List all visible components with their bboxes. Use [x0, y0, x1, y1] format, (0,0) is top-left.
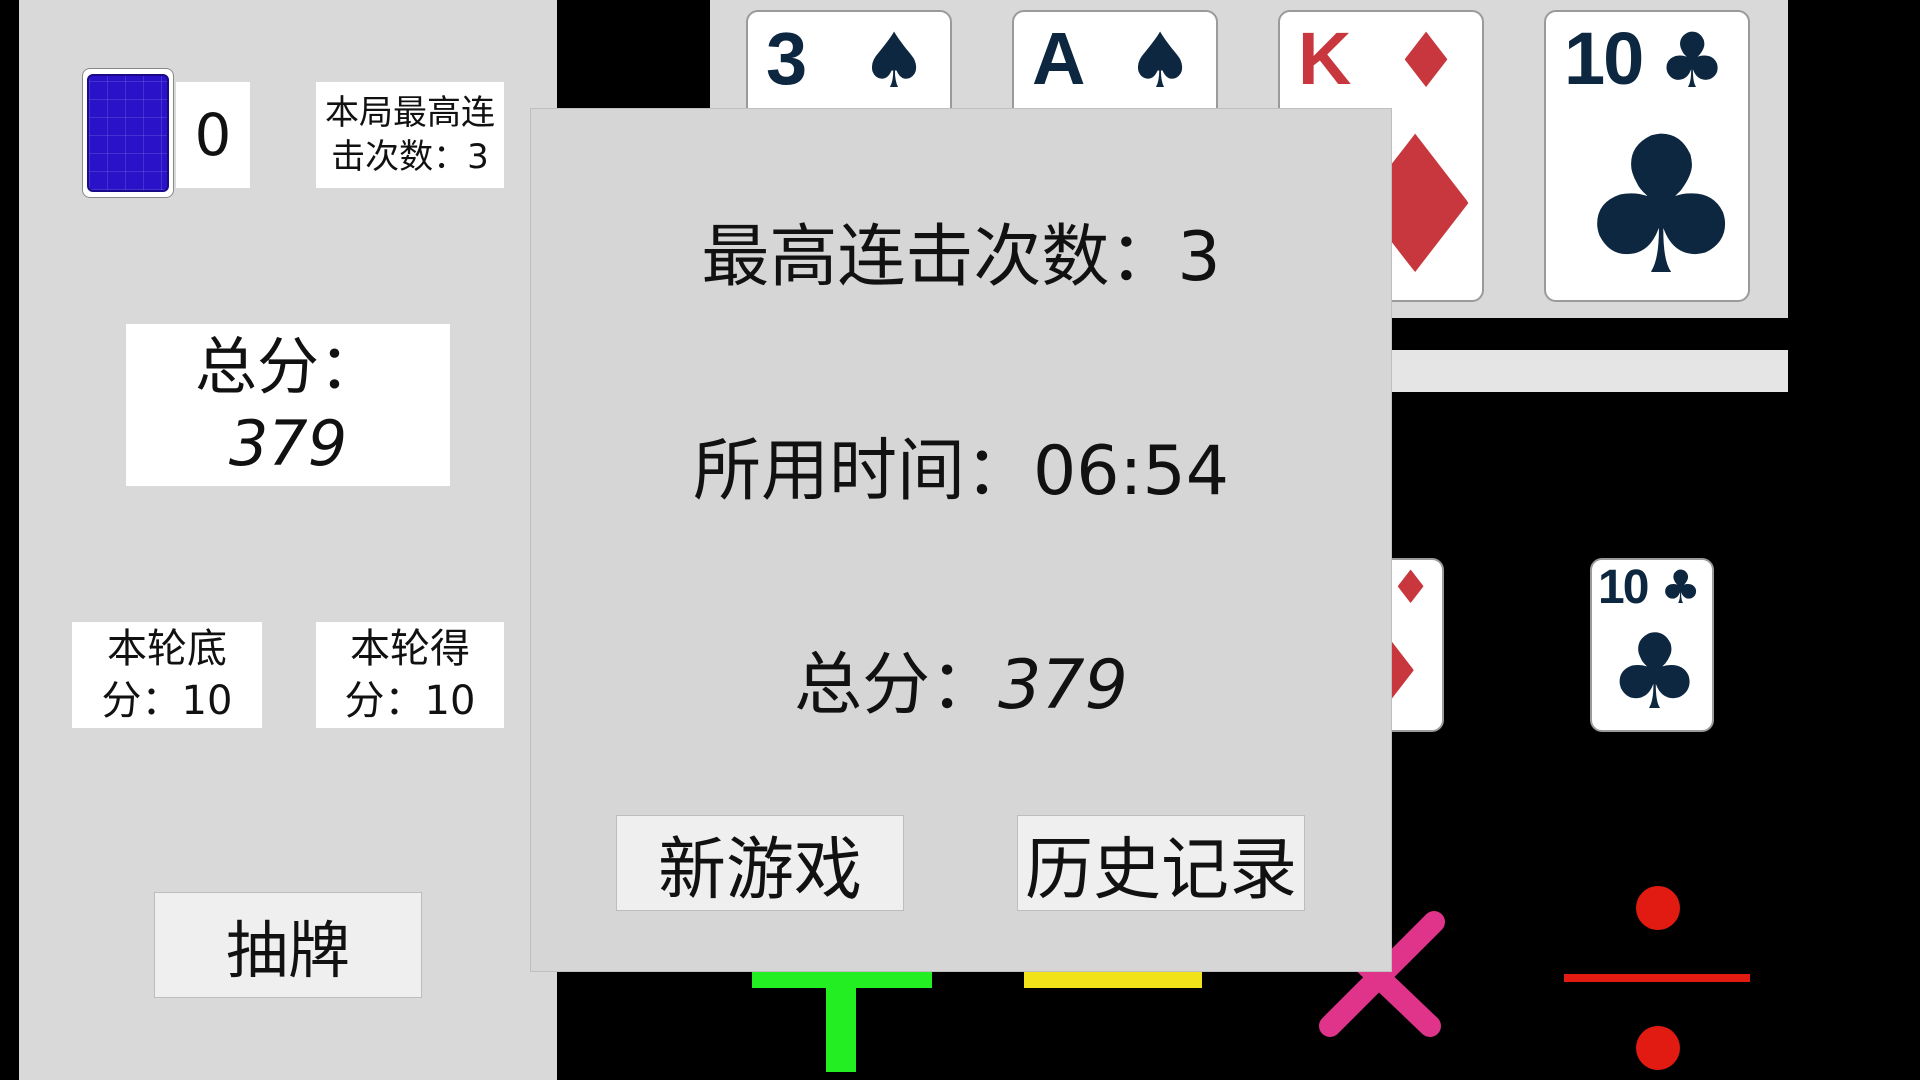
- minus-bar: [1024, 972, 1202, 988]
- draw-card-button[interactable]: 抽牌: [154, 892, 422, 998]
- round-base-value: 10: [181, 678, 233, 724]
- spade-icon: ♠: [1126, 16, 1195, 105]
- deck-card-back[interactable]: [82, 68, 174, 198]
- history-button[interactable]: 历史记录: [1017, 815, 1305, 911]
- card-back-pattern: [87, 74, 169, 192]
- max-combo-line: 最高连击次数：3: [531, 201, 1391, 300]
- club-icon: ♣: [1608, 611, 1702, 732]
- diamond-icon: ♦: [1390, 560, 1432, 614]
- final-score-label: 总分：: [794, 646, 999, 725]
- diamond-icon: ♦: [1392, 16, 1461, 105]
- card-rank: 10: [1564, 17, 1644, 100]
- new-game-button[interactable]: 新游戏: [616, 815, 904, 911]
- elapsed-time-label: 所用时间：: [693, 432, 1034, 511]
- spade-icon: ♠: [860, 16, 929, 105]
- divide-dot-top: [1636, 886, 1680, 930]
- round-max-combo: 本局最高连击次数：3: [316, 82, 504, 188]
- club-icon: ♣: [1658, 16, 1727, 105]
- card-rank: A: [1032, 17, 1085, 100]
- total-score-value: 379: [228, 407, 348, 480]
- plus-bar-vertical: [826, 972, 856, 1072]
- deck-count: 0: [176, 82, 250, 188]
- tray-card-4[interactable]: 10 ♣ ♣: [1544, 10, 1750, 302]
- max-combo-label: 最高连击次数：: [701, 218, 1178, 297]
- max-combo-value: 3: [1177, 218, 1221, 297]
- elapsed-time-value: 06:54: [1033, 432, 1229, 511]
- progress-bar: [1390, 350, 1788, 392]
- divide-dot-bottom: [1636, 1026, 1680, 1070]
- divide-bar: [1564, 974, 1750, 982]
- total-score-box: 总分： 379: [126, 324, 450, 486]
- card-rank: K: [1298, 17, 1351, 100]
- game-over-dialog: 最高连击次数：3 所用时间：06:54 总分：379 新游戏 历史记录: [530, 108, 1392, 972]
- total-score-label: 总分：: [194, 329, 381, 403]
- round-base-score: 本轮底分：10: [72, 622, 262, 728]
- round-max-combo-value: 3: [467, 137, 489, 177]
- card-rank: 3: [766, 17, 807, 100]
- final-score-line: 总分：379: [531, 629, 1391, 728]
- club-icon: ♣: [1576, 96, 1747, 302]
- round-gain-score: 本轮得分：10: [316, 622, 504, 728]
- round-gain-value: 10: [424, 678, 476, 724]
- final-score-value: 379: [998, 646, 1128, 725]
- club-icon: ♣: [1660, 560, 1702, 614]
- divide-operator[interactable]: [1560, 880, 1760, 1080]
- card-rank: 10: [1598, 561, 1649, 614]
- elapsed-time-line: 所用时间：06:54: [531, 415, 1391, 514]
- selected-card-2[interactable]: 10 ♣ ♣: [1590, 558, 1714, 732]
